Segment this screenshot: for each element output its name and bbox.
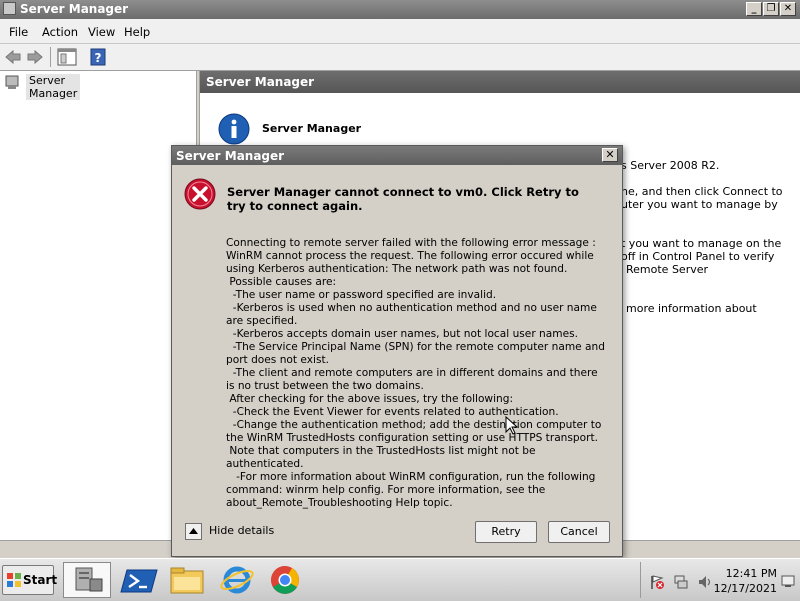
info-icon [218,113,250,145]
back-icon[interactable] [4,48,22,66]
details-pane-title: Server Manager [206,75,315,89]
menu-file[interactable]: File [9,25,28,39]
powershell-icon [120,569,158,593]
taskbar-file-explorer[interactable] [165,562,211,598]
menu-view[interactable]: View [88,25,115,39]
description-fragment: uter you want to manage by [621,198,778,211]
taskbar-server-manager[interactable] [63,562,111,598]
internet-explorer-icon [220,566,254,594]
console-tree: Server Manager [0,71,197,540]
toolbar: ? [0,44,800,71]
dialog-title-bar[interactable]: Server Manager ✕ [172,146,622,165]
start-button[interactable]: Start [2,565,58,595]
server-manager-icon [75,567,103,592]
svg-text:?: ? [95,51,102,65]
clock-date[interactable]: 12/17/2021 [714,582,777,595]
menu-action[interactable]: Action [42,25,78,39]
system-tray: 12:41 PM 12/17/2021 [640,562,799,598]
description-fragment: more information about [626,302,757,315]
taskbar-powershell[interactable] [117,562,163,598]
error-dialog: Server Manager ✕ Server Manager cannot c… [171,145,623,557]
menu-help[interactable]: Help [124,25,150,39]
chrome-icon [271,566,299,594]
description-fragment: off in Control Panel to verify [621,250,775,263]
mouse-cursor-icon [505,416,519,435]
chevron-up-icon [189,528,198,534]
menu-bar: File Action View Help [0,19,800,44]
restore-button[interactable]: ❐ [763,2,779,16]
server-manager-app-icon [3,2,16,15]
tree-node-label: Server Manager [26,74,81,100]
description-fragment: s Server 2008 R2. [621,159,720,172]
description-fragment: t you want to manage on the [621,237,782,250]
section-title: Server Manager [262,122,362,135]
show-desktop-icon[interactable] [781,574,795,588]
error-icon [184,178,216,210]
forward-icon[interactable] [26,48,44,66]
volume-icon[interactable] [697,574,713,590]
clock-time[interactable]: 12:41 PM [726,567,777,580]
minimize-button[interactable]: _ [746,2,762,16]
details-pane-header: Server Manager [200,71,800,93]
taskbar-chrome[interactable] [262,562,308,598]
windows-logo-icon [7,573,21,587]
dialog-close-button[interactable]: ✕ [602,148,618,162]
error-details-text: Connecting to remote server failed with … [226,237,605,509]
taskbar-internet-explorer[interactable] [214,562,260,598]
dialog-heading: Server Manager cannot connect to vm0. Cl… [227,185,579,213]
show-hide-console-tree-icon[interactable] [57,48,77,66]
network-icon[interactable] [673,574,689,590]
window-title-bar[interactable]: Server Manager _ ❐ ✕ [0,0,800,19]
hide-details-toggle[interactable] [185,523,202,540]
help-icon[interactable]: ? [90,48,106,66]
hide-details-label[interactable]: Hide details [209,524,274,537]
start-label: Start [23,573,58,587]
taskbar: Start 12:41 PM 12/17/2021 [0,558,800,601]
dialog-title: Server Manager [176,149,285,163]
action-center-flag-icon[interactable] [649,574,665,590]
server-manager-icon [5,75,19,89]
close-button[interactable]: ✕ [780,2,796,16]
file-explorer-icon [170,567,204,594]
cancel-button[interactable]: Cancel [548,521,610,543]
window-title: Server Manager [20,2,129,16]
description-fragment: Remote Server [626,263,709,276]
description-fragment: ne, and then click Connect to [621,185,783,198]
retry-button[interactable]: Retry [475,521,537,543]
toolbar-separator [50,47,51,67]
